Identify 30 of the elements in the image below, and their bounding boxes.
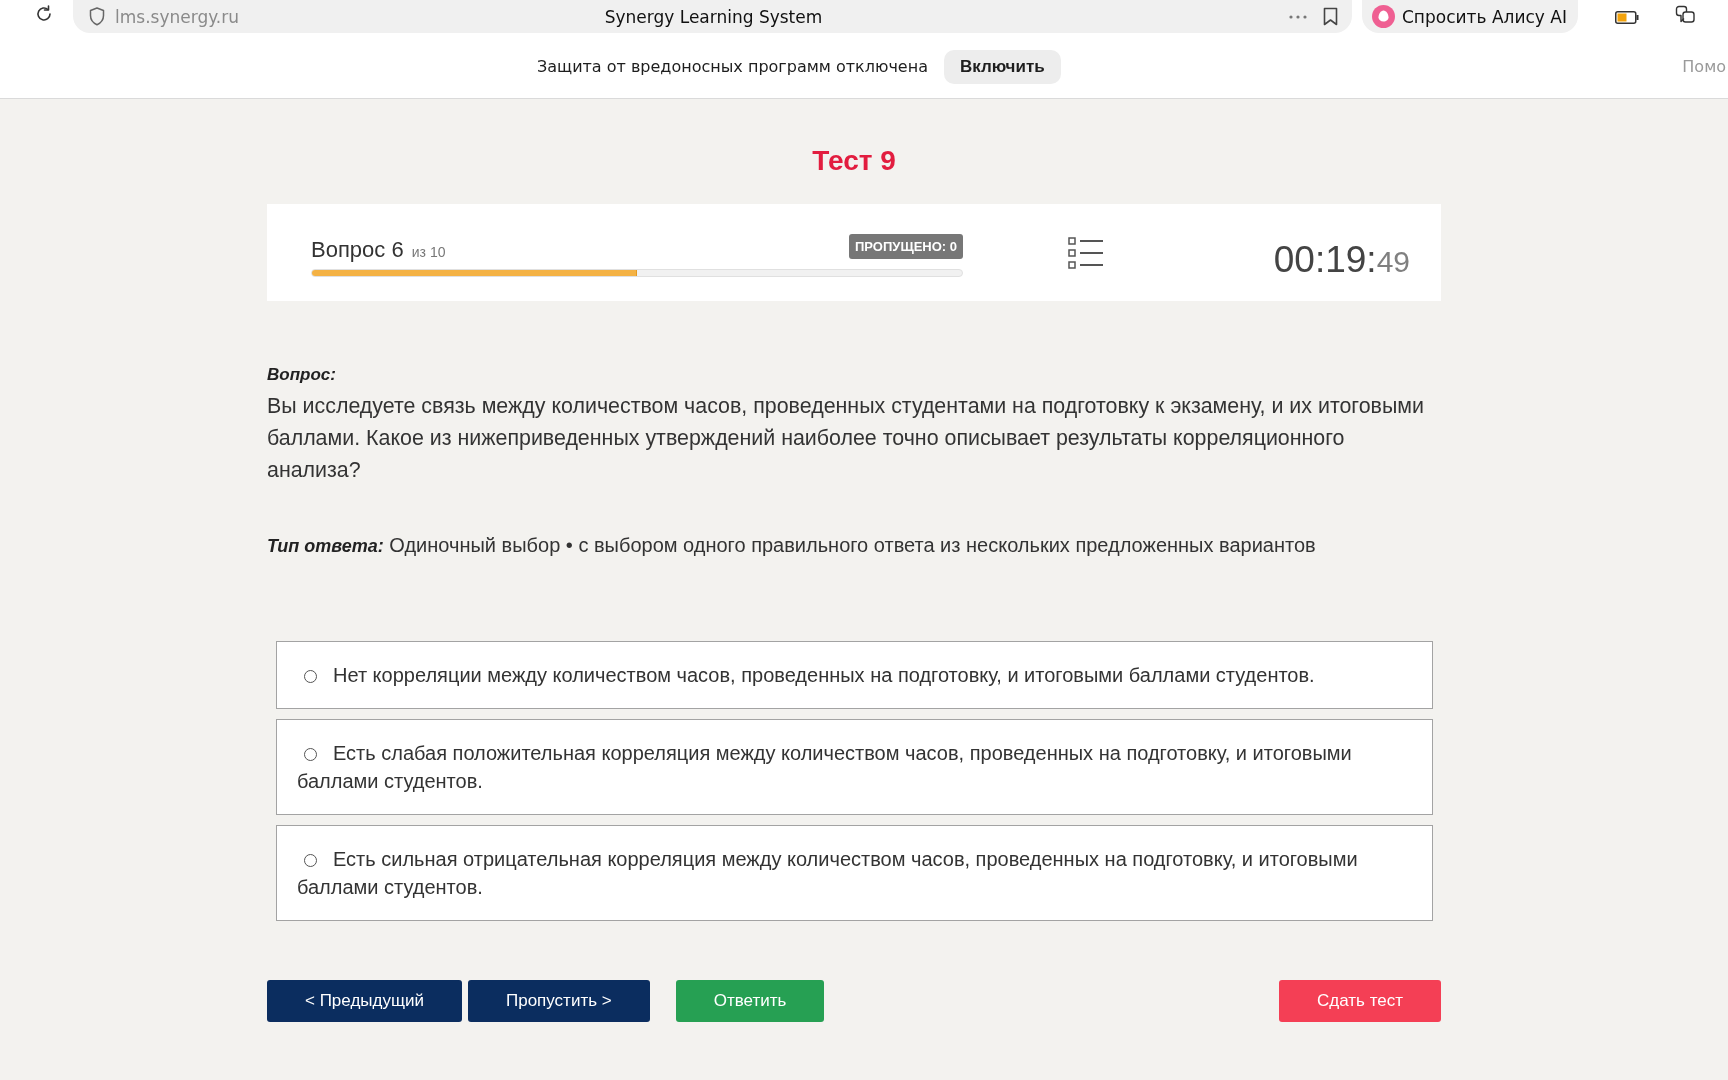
answer-option[interactable]: Есть сильная отрицательная корреляция между количеством часов, проведенных на подготовку, и итоговыми баллами студентов.	[276, 825, 1433, 921]
radio-button[interactable]	[304, 670, 317, 683]
reload-icon[interactable]	[34, 4, 54, 24]
answer-type-text: Тип ответа: Одиночный выбор • с выбором одного правильного ответа из нескольких предложенных вариантов	[267, 533, 1317, 558]
more-icon[interactable]	[1289, 14, 1307, 19]
battery-icon[interactable]	[1615, 11, 1639, 24]
enable-button[interactable]: Включить	[943, 49, 1061, 84]
ring-icon	[1372, 5, 1395, 28]
radio-button[interactable]	[304, 748, 317, 761]
nav-button[interactable]: Пропустить >	[467, 980, 650, 1022]
security-warning: Защита от вредоносных программ отключена	[537, 57, 928, 76]
question-heading: Вопрос:	[267, 364, 337, 386]
bookmark-icon[interactable]	[1323, 7, 1338, 26]
timer: 00:19:49	[1273, 238, 1410, 281]
shield-icon[interactable]	[89, 7, 105, 26]
skipped-badge: ПРОПУЩЕНО: 0	[849, 234, 963, 259]
panel-icon[interactable]	[1675, 4, 1695, 26]
submit-test-button[interactable]: Сдать тест	[1279, 980, 1441, 1022]
nav-button[interactable]: < Предыдущий	[267, 980, 462, 1022]
question-counter: Вопрос 6 из 10	[311, 237, 446, 263]
page-title: Synergy Learning System	[604, 6, 823, 27]
answer-option[interactable]: Нет корреляции между количеством часов, проведенных на подготовку, и итоговыми баллами студентов.	[276, 641, 1433, 709]
list-icon[interactable]	[1068, 236, 1104, 269]
ask-alice-button[interactable]: Спросить Алису AI	[1362, 0, 1578, 33]
answer-option[interactable]: Есть слабая положительная корреляция между количеством часов, проведенных на подготовку, и итоговыми баллами студентов.	[276, 719, 1433, 815]
radio-button[interactable]	[304, 854, 317, 867]
address-bar[interactable]: lms.synergy.ru Synergy Learning System	[73, 0, 1352, 33]
test-title: Тест 9	[811, 144, 897, 178]
url-text: lms.synergy.ru	[115, 6, 239, 27]
question-text: Вы исследуете связь между количеством часов, проведенных студентами на подготовку к экзамену, и их итоговыми баллами. Какое из нижеприведенных утверждений наиболее точно описывает результаты корреляционного анализа?	[267, 393, 1425, 484]
